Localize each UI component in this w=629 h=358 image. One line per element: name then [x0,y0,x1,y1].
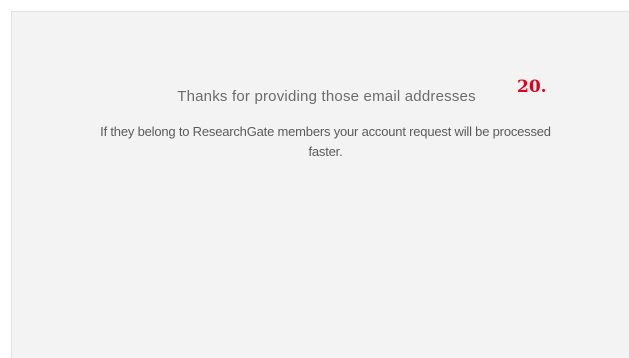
confirmation-panel [11,11,629,358]
page: Thanks for providing those email address… [0,0,629,358]
step-number-label: 20. [517,77,547,97]
confirmation-message: If they belong to ResearchGate members y… [100,124,551,159]
